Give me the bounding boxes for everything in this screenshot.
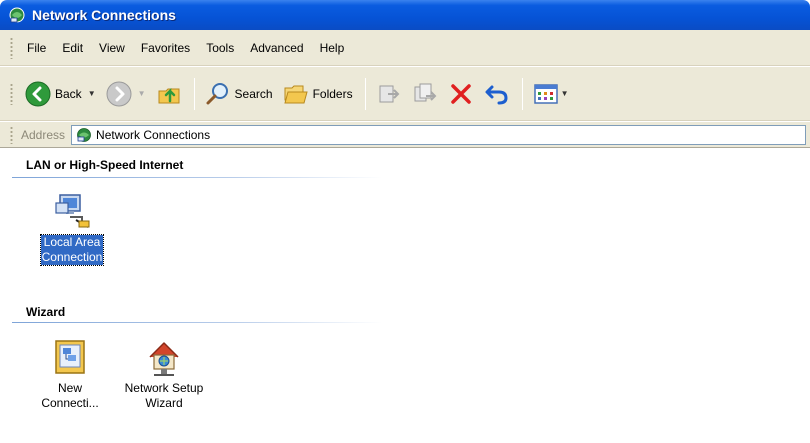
address-label: Address [21,127,66,142]
window-title: Network Connections [32,7,176,23]
address-value: Network Connections [96,127,211,142]
move-to-button[interactable] [372,76,406,112]
menu-file[interactable]: File [21,38,52,58]
label-line-1: Network Setup [124,381,204,395]
menu-tools[interactable]: Tools [200,38,240,58]
menu-bar: File Edit View Favorites Tools Advanced … [0,30,810,66]
views-dropdown-icon[interactable]: ▼ [561,89,569,98]
views-icon [533,83,558,104]
label-line-2: Connecti... [41,396,99,410]
new-connection-wizard-item[interactable]: New Connecti... [20,337,120,411]
toolbar-separator [521,77,523,110]
back-dropdown-icon[interactable]: ▼ [88,89,96,98]
address-bar: Address Network Connections [0,122,810,148]
search-button[interactable]: Search [201,76,277,112]
lan-connection-icon [55,194,90,228]
move-to-icon [379,85,399,102]
address-bar-grip[interactable] [10,125,13,144]
toolbar-grip[interactable] [10,82,13,105]
back-arrow-icon [25,81,51,106]
delete-button[interactable] [444,76,478,112]
up-folder-icon [158,87,180,103]
forward-dropdown-icon[interactable]: ▼ [138,89,146,98]
search-icon [206,82,228,104]
address-field[interactable]: Network Connections [71,124,806,145]
group-header-wizard: Wizard [26,305,66,319]
back-button[interactable]: Back ▼ [21,76,100,112]
menu-favorites[interactable]: Favorites [135,38,196,58]
menu-bar-grip[interactable] [10,36,13,59]
up-folder-button[interactable] [152,76,186,112]
menu-advanced[interactable]: Advanced [244,38,309,58]
delete-x-icon [450,83,471,104]
folders-label: Folders [312,86,353,101]
network-setup-wizard-label: Network Setup Wizard [124,381,205,411]
label-line-1: Local Area [43,235,101,249]
undo-button[interactable] [480,76,514,112]
folders-button[interactable]: Folders [279,76,357,112]
group-header-lan: LAN or High-Speed Internet [26,158,184,172]
label-line-2: Connection [41,250,103,264]
undo-icon [485,85,508,104]
content-pane: LAN or High-Speed Internet Local Area Con… [0,149,810,443]
views-button[interactable]: ▼ [529,76,573,112]
label-line-2: Wizard [145,396,183,410]
toolbar-separator [364,77,366,110]
folders-icon [283,85,308,103]
network-setup-wizard-item[interactable]: Network Setup Wizard [114,337,214,411]
forward-button[interactable]: ▼ [102,76,150,112]
title-bar: Network Connections [0,0,810,30]
group-divider [12,322,382,323]
network-setup-wizard-icon [149,342,179,376]
menu-view[interactable]: View [93,38,131,58]
menu-help[interactable]: Help [314,38,351,58]
local-area-connection-item[interactable]: Local Area Connection [22,191,122,266]
forward-arrow-icon [106,81,132,106]
label-line-1: New [57,381,82,395]
network-connections-icon [9,7,25,23]
new-connection-wizard-icon [55,340,85,374]
menu-edit[interactable]: Edit [56,38,89,58]
network-connections-small-icon [77,127,91,142]
local-area-connection-label: Local Area Connection [39,234,105,266]
toolbar-separator [193,77,195,110]
back-label: Back [55,86,82,101]
toolbar: Back ▼ ▼ Search Folders ▼ [0,67,810,121]
new-connection-label: New Connecti... [40,381,99,411]
search-label: Search [234,86,273,101]
copy-to-button[interactable] [408,76,442,112]
group-divider [12,177,382,178]
copy-to-icon [414,83,436,101]
